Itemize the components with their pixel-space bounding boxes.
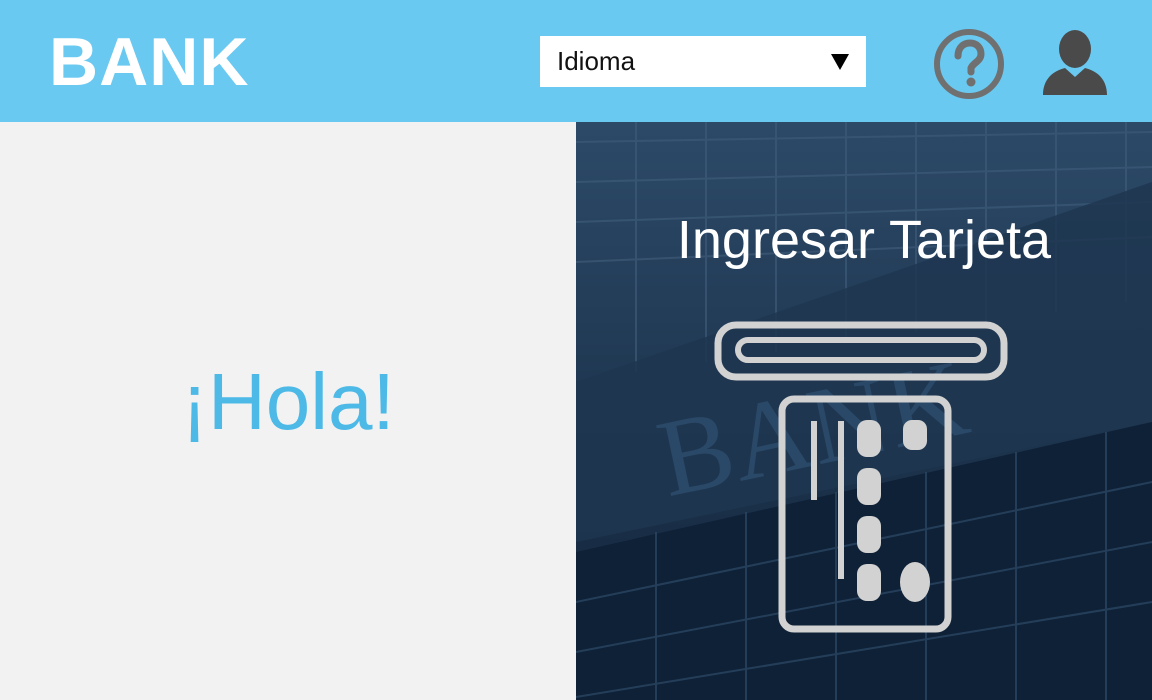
- insert-card-icon: [714, 321, 1008, 633]
- insert-card-panel[interactable]: BANK Ingresar Tarjeta: [576, 122, 1152, 700]
- user-account-button[interactable]: [1039, 27, 1111, 99]
- user-icon: [1043, 30, 1107, 95]
- insert-card-title: Ingresar Tarjeta: [676, 210, 1052, 270]
- greeting-text: ¡Hola!: [181, 357, 395, 446]
- help-button[interactable]: [933, 28, 1005, 100]
- bank-logo: BANK: [49, 24, 250, 100]
- language-select[interactable]: Idioma: [540, 36, 866, 87]
- greeting-panel: ¡Hola!: [0, 122, 576, 700]
- question-circle-icon: [934, 29, 1004, 99]
- header-bar: BANK Idioma: [0, 0, 1152, 122]
- dropdown-caret-icon: [831, 53, 849, 70]
- language-select-label: Idioma: [557, 46, 636, 76]
